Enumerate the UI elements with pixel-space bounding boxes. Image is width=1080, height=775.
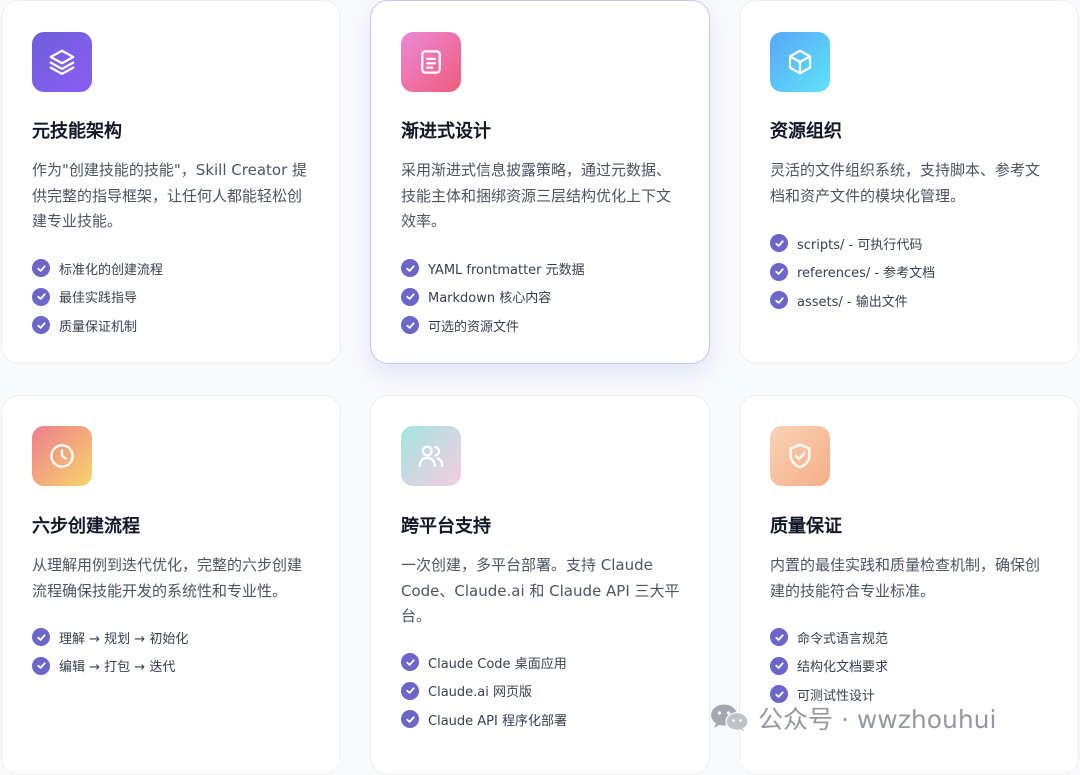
list-item: 编辑 → 打包 → 迭代 <box>32 652 188 681</box>
feature-text: Claude API 程序化部署 <box>428 713 567 729</box>
list-item: references/ - 参考文档 <box>770 258 935 287</box>
feature-card-meta-skill: 元技能架构 作为"创建技能的技能"，Skill Creator 提供完整的指导框… <box>1 0 341 364</box>
list-item: Claude API 程序化部署 <box>401 705 567 734</box>
card-description: 灵活的文件组织系统，支持脚本、参考文档和资产文件的模块化管理。 <box>770 161 1041 205</box>
layers-icon <box>32 32 92 92</box>
list-item: 最佳实践指导 <box>32 283 163 312</box>
list-item: 标准化的创建流程 <box>32 254 163 283</box>
feature-text: Claude Code 桌面应用 <box>428 656 567 672</box>
check-icon <box>401 287 419 306</box>
feature-text: 最佳实践指导 <box>59 291 138 307</box>
feature-card-resource-organization: 资源组织 灵活的文件组织系统，支持脚本、参考文档和资产文件的模块化管理。 scr… <box>739 0 1079 364</box>
feature-card-progressive-design: 渐进式设计 采用渐进式信息披露策略，通过元数据、技能主体和捆绑资源三层结构优化上… <box>370 0 710 364</box>
list-item: 结构化文档要求 <box>770 652 888 681</box>
list-item: Markdown 核心内容 <box>401 283 585 312</box>
check-icon <box>401 710 419 729</box>
card-description: 作为"创建技能的技能"，Skill Creator 提供完整的指导框架，让任何人… <box>32 161 308 230</box>
card-description: 从理解用例到迭代优化，完整的六步创建流程确保技能开发的系统性和专业性。 <box>32 556 303 600</box>
check-icon <box>401 259 419 278</box>
feature-card-cross-platform: 跨平台支持 一次创建，多平台部署。支持 Claude Code、Claude.a… <box>370 395 710 775</box>
check-icon <box>32 656 50 675</box>
feature-list: scripts/ - 可执行代码 references/ - 参考文档 asse… <box>770 229 935 315</box>
feature-text: Markdown 核心内容 <box>428 291 552 307</box>
card-title: 元技能架构 <box>32 121 122 142</box>
feature-text: 可选的资源文件 <box>428 319 520 335</box>
watermark: 公众号 · wwzhouhui <box>708 700 996 736</box>
check-icon <box>770 291 788 310</box>
feature-text: 理解 → 规划 → 初始化 <box>59 631 189 647</box>
list-item: YAML frontmatter 元数据 <box>401 254 585 283</box>
watermark-text: 公众号 · wwzhouhui <box>758 705 997 734</box>
list-item: 理解 → 规划 → 初始化 <box>32 623 188 652</box>
feature-text: assets/ - 输出文件 <box>797 294 908 310</box>
list-item: Claude.ai 网页版 <box>401 677 567 706</box>
card-title: 渐进式设计 <box>401 121 491 142</box>
feature-text: scripts/ - 可执行代码 <box>797 237 923 253</box>
check-icon <box>32 628 50 647</box>
card-title: 质量保证 <box>770 516 842 537</box>
list-item: scripts/ - 可执行代码 <box>770 229 935 258</box>
card-title: 六步创建流程 <box>32 516 140 537</box>
check-icon <box>401 653 419 672</box>
feature-text: 结构化文档要求 <box>797 660 889 676</box>
feature-list: 命令式语言规范 结构化文档要求 可测试性设计 <box>770 623 888 709</box>
feature-text: references/ - 参考文档 <box>797 266 936 282</box>
check-icon <box>32 316 50 335</box>
feature-text: 标准化的创建流程 <box>59 262 164 278</box>
check-icon <box>770 262 788 281</box>
check-icon <box>401 316 419 335</box>
users-icon <box>401 426 461 486</box>
feature-list: 理解 → 规划 → 初始化 编辑 → 打包 → 迭代 <box>32 623 188 680</box>
feature-text: Claude.ai 网页版 <box>428 685 532 701</box>
list-item: 可选的资源文件 <box>401 311 585 340</box>
card-description: 一次创建，多平台部署。支持 Claude Code、Claude.ai 和 Cl… <box>401 556 680 625</box>
list-item: Claude Code 桌面应用 <box>401 648 567 677</box>
check-icon <box>770 234 788 253</box>
card-title: 资源组织 <box>770 121 842 142</box>
feature-text: 质量保证机制 <box>59 319 138 335</box>
card-title: 跨平台支持 <box>401 516 491 537</box>
feature-card-six-step-process: 六步创建流程 从理解用例到迭代优化，完整的六步创建流程确保技能开发的系统性和专业… <box>1 395 341 775</box>
wechat-icon <box>711 704 749 732</box>
feature-list: Claude Code 桌面应用 Claude.ai 网页版 Claude AP… <box>401 648 567 734</box>
check-icon <box>401 681 419 700</box>
check-icon <box>770 656 788 675</box>
feature-text: YAML frontmatter 元数据 <box>428 262 585 278</box>
check-icon <box>770 628 788 647</box>
cube-icon <box>770 32 830 92</box>
feature-list: 标准化的创建流程 最佳实践指导 质量保证机制 <box>32 254 163 340</box>
clock-icon <box>32 426 92 486</box>
feature-text: 编辑 → 打包 → 迭代 <box>59 660 176 676</box>
list-item: 命令式语言规范 <box>770 623 888 652</box>
check-icon <box>32 259 50 278</box>
document-icon <box>401 32 461 92</box>
list-item: assets/ - 输出文件 <box>770 286 935 315</box>
list-item: 质量保证机制 <box>32 311 163 340</box>
card-description: 采用渐进式信息披露策略，通过元数据、技能主体和捆绑资源三层结构优化上下文效率。 <box>401 161 672 230</box>
feature-text: 命令式语言规范 <box>797 631 889 647</box>
feature-list: YAML frontmatter 元数据 Markdown 核心内容 可选的资源… <box>401 254 585 340</box>
check-icon <box>32 287 50 306</box>
shield-check-icon <box>770 426 830 486</box>
card-description: 内置的最佳实践和质量检查机制，确保创建的技能符合专业标准。 <box>770 556 1041 600</box>
